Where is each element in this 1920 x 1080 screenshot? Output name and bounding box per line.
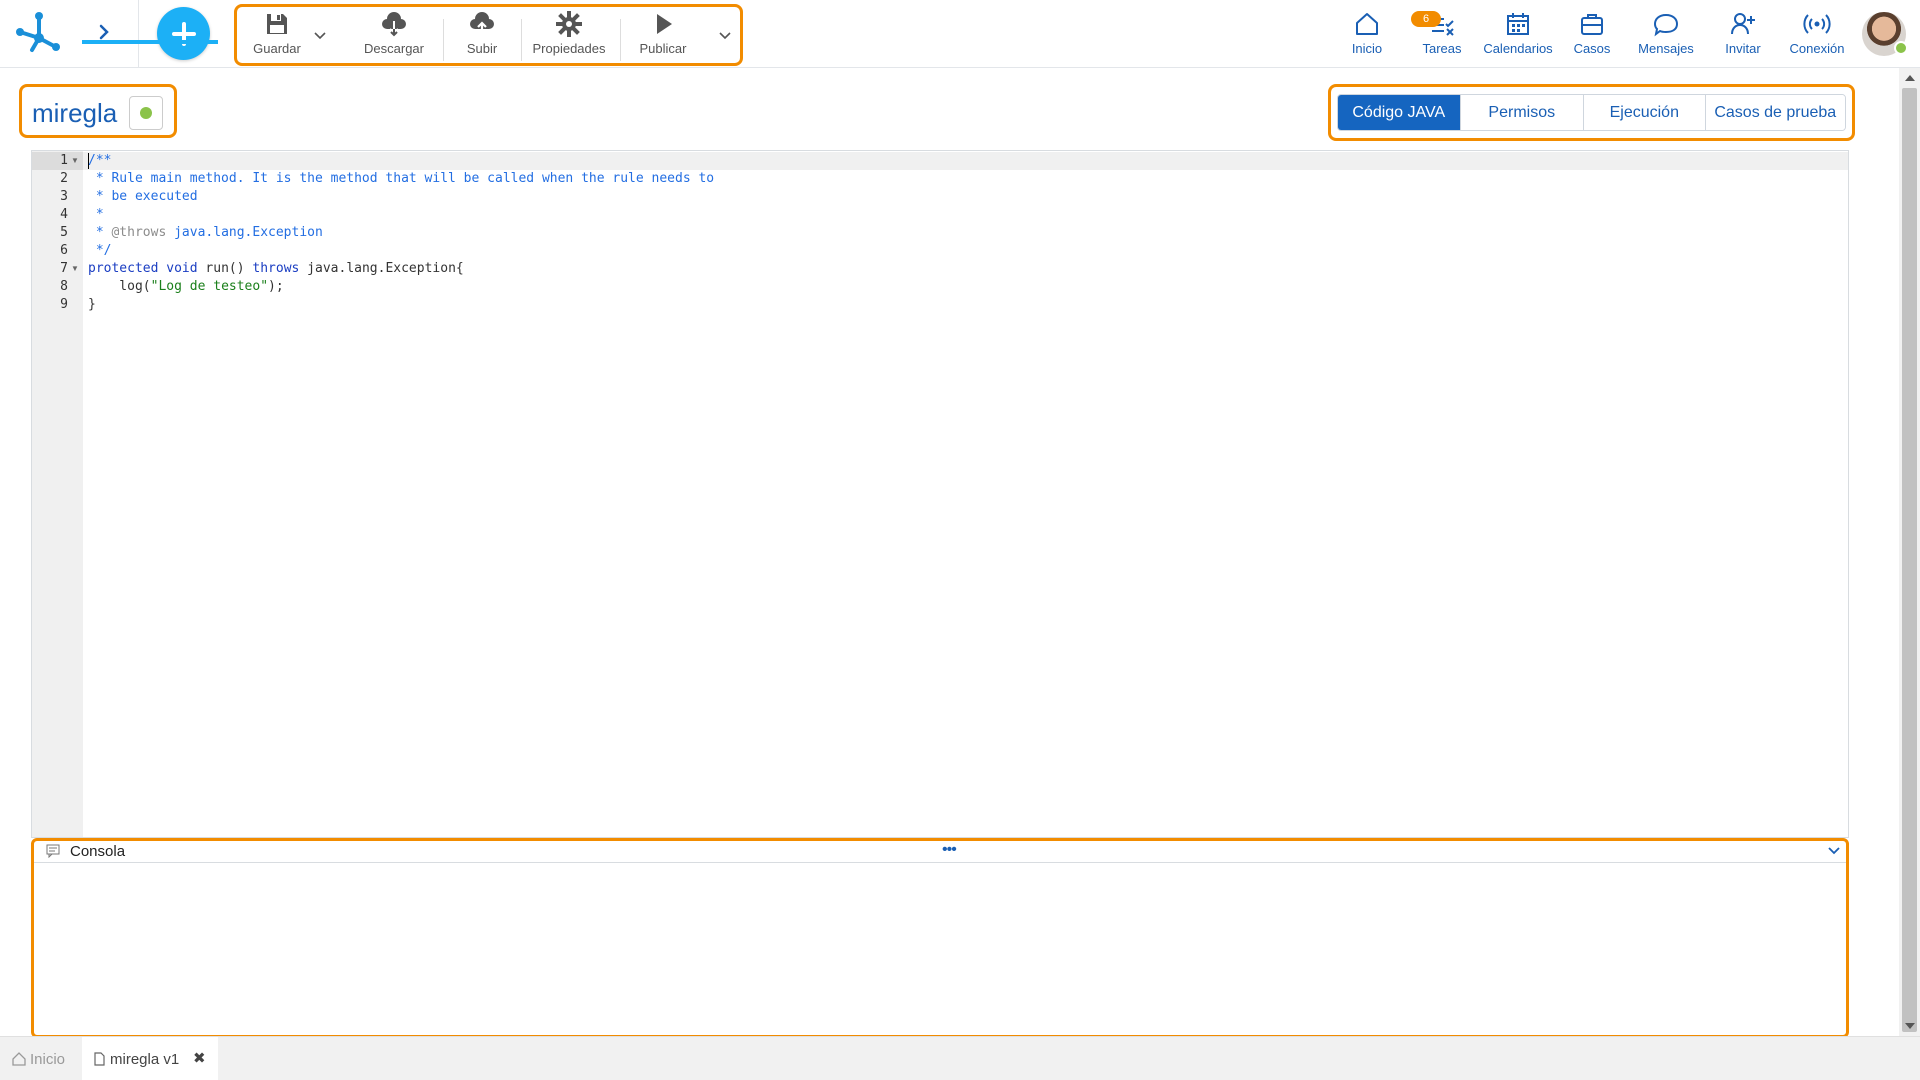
line-number: 2 (60, 171, 68, 186)
rule-name: miregla (32, 98, 118, 128)
nav-calendars-button[interactable]: Calendarios (1480, 10, 1556, 60)
console-message-icon (46, 844, 60, 858)
code-line: log("Log de testeo"); (88, 279, 284, 294)
nav-cases-button[interactable]: Casos (1571, 10, 1613, 60)
calendar-icon (1507, 13, 1529, 35)
active-tab-indicator (82, 40, 218, 44)
add-user-icon (1731, 13, 1755, 35)
properties-button[interactable]: Propiedades (529, 11, 609, 61)
cloud-upload-icon (470, 12, 494, 35)
line-number: 1 (60, 153, 68, 168)
code-line: * (88, 207, 104, 222)
scroll-up-arrow-icon[interactable] (1905, 75, 1915, 81)
scroll-down-arrow-icon[interactable] (1905, 1023, 1915, 1029)
nav-connection-label: Conexión (1789, 41, 1845, 56)
bottom-tab-rule-label: miregla v1 (110, 1050, 180, 1068)
nav-home-label: Inicio (1351, 41, 1383, 56)
line-number: 4 (60, 207, 68, 222)
chat-bubble-icon (1653, 13, 1679, 37)
editor-active-line (83, 152, 1848, 170)
rule-tabs: Código JAVA Permisos Ejecución Casos de … (1337, 94, 1846, 131)
download-button[interactable]: Descargar (359, 11, 429, 61)
fold-toggle-icon[interactable]: ▼ (71, 260, 79, 278)
save-label: Guardar (253, 41, 301, 56)
nav-cases-label: Casos (1573, 41, 1611, 56)
tasks-count-badge: 6 (1411, 11, 1441, 27)
bottom-tab-home-label: Inicio (30, 1050, 66, 1068)
publish-options-chevron-down-icon[interactable] (716, 27, 734, 45)
console-collapse-chevron-down-icon[interactable] (1826, 843, 1842, 859)
tab-permissions[interactable]: Permisos (1460, 95, 1585, 130)
nav-connection-button[interactable]: Conexión (1786, 10, 1848, 60)
code-line: /** (88, 153, 112, 168)
tab-execution[interactable]: Ejecución (1584, 95, 1706, 130)
code-line: */ (88, 243, 112, 258)
line-number: 9 (60, 297, 68, 312)
home-icon (1356, 13, 1378, 35)
publish-label: Publicar (639, 41, 687, 56)
console-header: Consola ••• (34, 841, 1846, 863)
play-icon (657, 14, 672, 34)
text-cursor (88, 153, 89, 169)
gear-icon (556, 11, 582, 37)
scrollbar-thumb[interactable] (1902, 88, 1917, 1032)
add-button[interactable] (157, 7, 210, 60)
toolbar-divider (620, 19, 621, 61)
nav-calendars-label: Calendarios (1483, 41, 1553, 56)
app-logo-icon[interactable] (14, 10, 64, 56)
properties-label: Propiedades (532, 41, 606, 56)
editor-toolbar: Guardar Descargar Subir Propiedades Publ… (234, 4, 743, 66)
console-title: Consola (70, 843, 126, 860)
close-tab-icon[interactable]: ✖ (193, 1049, 206, 1067)
fold-toggle-icon[interactable]: ▼ (71, 152, 79, 170)
plus-icon (171, 21, 196, 46)
document-icon (94, 1052, 105, 1066)
divider (138, 0, 139, 68)
home-icon (12, 1052, 26, 1066)
code-line: * Rule main method. It is the method tha… (88, 171, 715, 186)
bottom-tab-home[interactable]: Inicio (12, 1037, 65, 1080)
code-line: * be executed (88, 189, 198, 204)
tab-java-code[interactable]: Código JAVA (1338, 95, 1461, 130)
briefcase-icon (1581, 14, 1603, 35)
rule-title-area: miregla (19, 84, 177, 138)
line-number: 6 (60, 243, 68, 258)
publish-button[interactable]: Publicar (633, 11, 693, 61)
user-online-status (1894, 41, 1908, 55)
code-line: * @throws java.lang.Exception (88, 225, 323, 240)
nav-messages-button[interactable]: Mensajes (1636, 10, 1696, 60)
bottom-tab-bar: Inicio miregla v1 ✖ (0, 1036, 1920, 1080)
toolbar-divider (521, 19, 522, 61)
rule-status-button[interactable] (129, 96, 163, 130)
page-scrollbar[interactable] (1899, 68, 1920, 1036)
floppy-disk-icon (267, 14, 287, 34)
upload-label: Subir (466, 41, 498, 56)
console-resize-handle[interactable]: ••• (942, 841, 957, 859)
nav-invite-button[interactable]: Invitar (1722, 10, 1764, 60)
top-bar: Guardar Descargar Subir Propiedades Publ… (0, 0, 1920, 68)
code-line: protected void run() throws java.lang.Ex… (88, 261, 464, 276)
code-line: } (88, 297, 96, 312)
tab-test-cases[interactable]: Casos de prueba (1705, 95, 1845, 130)
line-number: 7 (60, 261, 68, 276)
line-number: 5 (60, 225, 68, 240)
rule-tabs-area: Código JAVA Permisos Ejecución Casos de … (1328, 84, 1855, 141)
nav-messages-label: Mensajes (1638, 41, 1694, 56)
toolbar-divider (443, 19, 444, 61)
save-button[interactable]: Guardar (253, 11, 301, 61)
download-label: Descargar (364, 41, 424, 56)
nav-invite-label: Invitar (1725, 41, 1761, 56)
code-editor[interactable]: 1 2 3 4 5 6 7 8 9 ▼ ▼ /** * Rule main me… (31, 150, 1849, 838)
console-panel: Consola ••• (31, 838, 1849, 1038)
rule-status-dot (140, 107, 152, 119)
nav-home-button[interactable]: Inicio (1347, 10, 1387, 60)
line-number: 3 (60, 189, 68, 204)
save-options-chevron-down-icon[interactable] (311, 27, 329, 45)
line-number: 8 (60, 279, 68, 294)
nav-tasks-label: Tareas (1422, 41, 1462, 56)
cloud-download-icon (382, 12, 406, 37)
upload-button[interactable]: Subir (459, 11, 505, 61)
connection-signal-icon (1803, 14, 1831, 34)
